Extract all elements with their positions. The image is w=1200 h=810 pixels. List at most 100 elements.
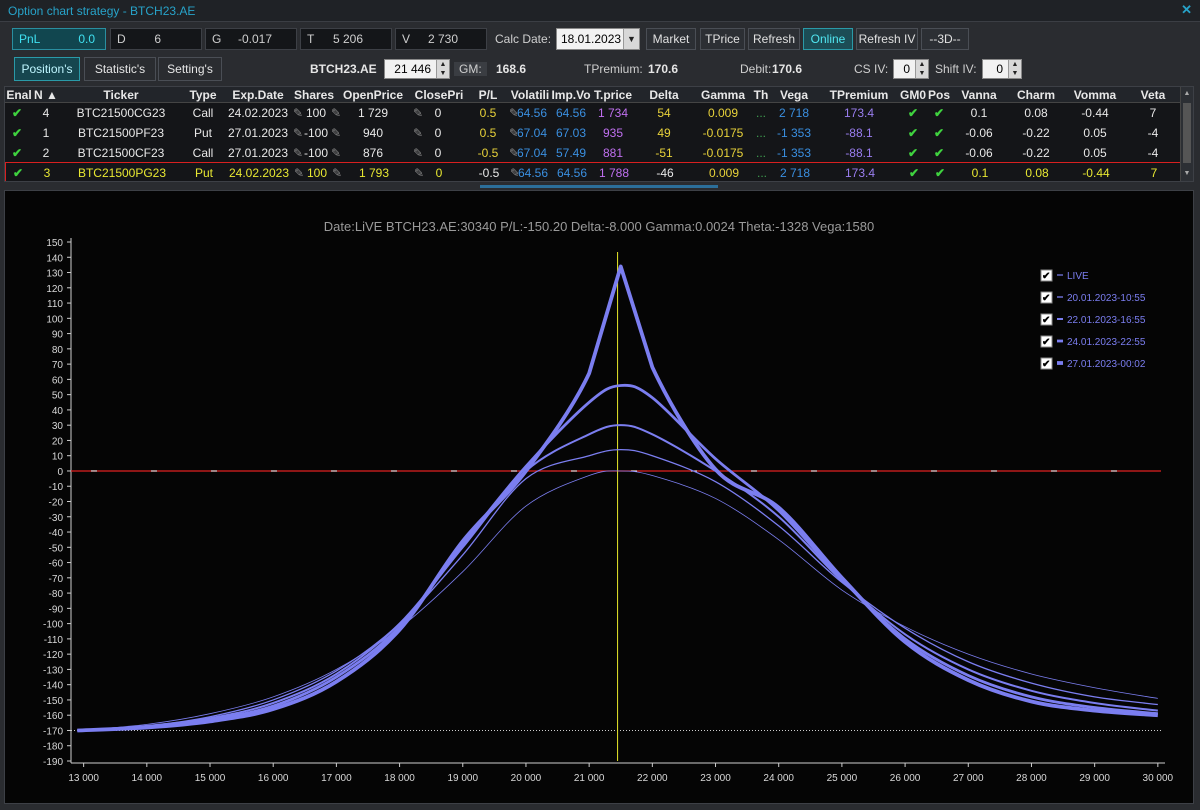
scroll-down-icon[interactable]: ▼ [1181,167,1193,181]
pos-check-icon[interactable]: ✔ [928,166,952,180]
table-row[interactable]: ✔ 1 BTC21500PF23 Put 27.01.2023 ✎ -100 ✎… [5,123,1181,143]
col-header[interactable]: Vomma [1065,88,1125,102]
y-tick-label: 30 [52,421,64,432]
cell-delta: -46 [656,166,674,180]
scroll-up-icon[interactable]: ▲ [1181,87,1193,101]
legend-check-icon: ✔ [1042,293,1050,304]
spin-arrows-icon[interactable]: ▲ ▼ [1008,60,1021,78]
y-tick-label: -160 [43,711,63,722]
close-icon[interactable]: ✕ [1181,2,1192,18]
col-header[interactable]: Shares [293,88,335,102]
pos-check-icon[interactable]: ✔ [927,106,951,120]
tprice-button[interactable]: TPrice [700,28,745,50]
pos-check-icon[interactable]: ✔ [927,126,951,140]
col-header[interactable]: Volatili [509,88,551,102]
col-header[interactable]: Pos [927,88,951,102]
stat-key: G [212,32,222,46]
cell-close-price: 0 [434,106,442,120]
enabled-check-icon[interactable]: ✔ [5,106,29,120]
cell-type: Call [192,146,214,160]
col-header[interactable]: Charm [1007,88,1065,102]
table-row[interactable]: ✔ 2 BTC21500CF23 Call 27.01.2023 ✎ -100 … [5,143,1181,163]
y-tick-label: 140 [46,253,63,264]
col-header[interactable]: GM0 [899,88,927,102]
spin-arrows-icon[interactable]: ▲ ▼ [436,60,449,78]
col-header[interactable]: Ticker [59,88,183,102]
refresh-iv-button[interactable]: Refresh IV [856,28,918,50]
col-header[interactable]: Vega [769,88,819,102]
refresh-button[interactable]: Refresh [748,28,800,50]
price-value: 21 446 [394,62,431,76]
col-header[interactable]: P/L [467,88,509,102]
spin-arrows-icon[interactable]: ▲ ▼ [915,60,928,78]
cell-vomma: 0.05 [1083,126,1107,140]
col-header[interactable]: Imp.Vo [551,88,591,102]
col-header[interactable]: Delta [635,88,693,102]
enabled-check-icon[interactable]: ✔ [6,166,30,180]
cell-exp-date: 27.01.2023 [227,126,289,140]
cell-charm: 0.08 [1024,106,1048,120]
gm0-check-icon[interactable]: ✔ [899,106,927,120]
y-tick-label: 0 [57,467,63,478]
market-button[interactable]: Market [646,28,696,50]
legend-label: 27.01.2023-00:02 [1067,359,1146,370]
cell-delta: 49 [657,126,671,140]
stat-vega: V 2 730 [395,28,487,50]
legend-label: LIVE [1067,271,1089,282]
calc-date-picker[interactable]: 18.01.2023 ▼ [556,28,640,50]
cell-vega: -1 353 [776,146,812,160]
cell-n: 1 [42,126,50,140]
gm0-check-icon[interactable]: ✔ [900,166,928,180]
y-tick-label: 10 [52,452,64,463]
shift-iv-value: 0 [996,62,1003,76]
col-header[interactable]: ClosePri [411,88,467,102]
y-tick-label: -130 [43,665,63,676]
cell-n: 3 [43,166,51,180]
table-scrollbar[interactable]: ▲ ▼ [1180,87,1193,181]
gm0-check-icon[interactable]: ✔ [899,146,927,160]
cell-gamma: -0.0175 [702,126,744,140]
tab-positions[interactable]: Position's [14,57,80,81]
cell-shares: -100 [303,126,329,140]
x-tick-label: 14 000 [132,773,163,784]
cs-iv-input[interactable]: 0 ▲ ▼ [893,59,929,79]
col-header[interactable]: Veta [1125,88,1181,102]
col-header[interactable]: Exp.Date [223,88,293,102]
pane-splitter[interactable] [480,185,718,188]
enabled-check-icon[interactable]: ✔ [5,146,29,160]
col-header[interactable]: Enal [5,88,33,102]
col-header[interactable]: T.price [591,88,635,102]
col-header[interactable]: TPremium [819,88,899,102]
info-toolbar: Position's Statistic's Setting's BTCH23.… [0,54,1200,84]
online-button[interactable]: Online [803,28,853,50]
cell-vanna: -0.06 [965,146,993,160]
cell-theta: ... [756,166,767,180]
col-header[interactable]: Gamma [693,88,753,102]
y-tick-label: 110 [47,299,63,310]
gm0-check-icon[interactable]: ✔ [899,126,927,140]
cell-vega: -1 353 [776,126,812,140]
col-header[interactable]: Vanna [951,88,1007,102]
col-header[interactable]: Type [183,88,223,102]
pos-check-icon[interactable]: ✔ [927,146,951,160]
chevron-down-icon[interactable]: ▼ [623,29,639,49]
cell-tprice: 881 [602,146,624,160]
cell-imp-vol: 67.03 [555,126,587,140]
three-d-button[interactable]: --3D-- [921,28,969,50]
scroll-thumb[interactable] [1183,103,1191,163]
tab-settings[interactable]: Setting's [158,57,222,81]
table-row[interactable]: ✔ 4 BTC21500CG23 Call 24.02.2023 ✎ 100 ✎… [5,103,1181,123]
price-input[interactable]: 21 446 ▲ ▼ [384,59,450,79]
cell-ticker: BTC21500PF23 [77,126,165,140]
tab-statistics[interactable]: Statistic's [84,57,156,81]
table-row-selected[interactable]: ✔ 3 BTC21500PG23 Put 24.02.2023 ✎ 100 ✎ … [5,162,1181,181]
enabled-check-icon[interactable]: ✔ [5,126,29,140]
col-header[interactable]: Th [753,88,769,102]
col-header[interactable]: N ▲ [33,88,59,102]
chart-title: Date:LiVE BTCH23.AE:30340 P/L:-150.20 De… [324,219,874,234]
shift-iv-input[interactable]: 0 ▲ ▼ [982,59,1022,79]
tpremium-value: 170.6 [648,62,679,76]
col-header[interactable]: OpenPrice [335,88,411,102]
legend-label: 22.01.2023-16:55 [1067,315,1146,326]
cell-vanna: 0.1 [970,106,988,120]
